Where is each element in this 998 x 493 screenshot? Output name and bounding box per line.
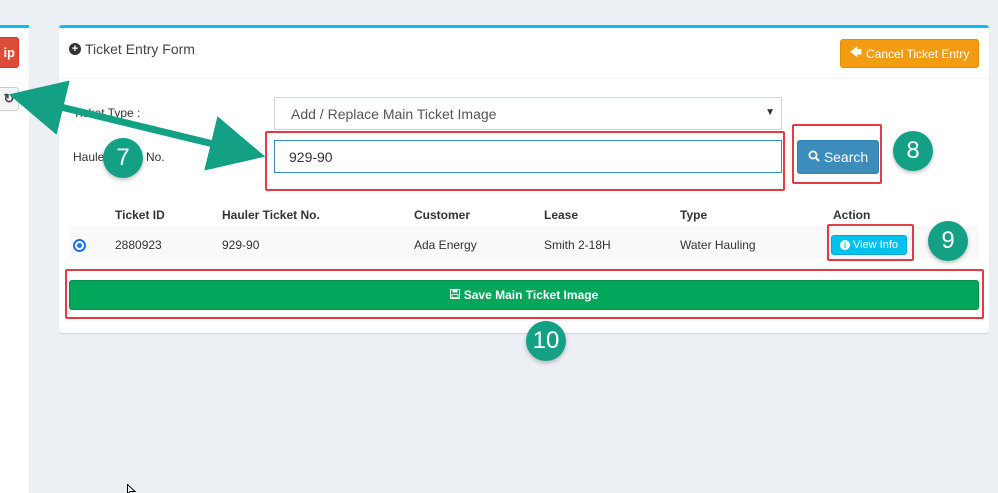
annotation-badge-9: 9 — [928, 221, 968, 261]
annotation-badge-10: 10 — [526, 321, 566, 361]
mouse-cursor-icon — [127, 482, 137, 493]
annotation-arrow — [8, 80, 266, 171]
annotation-badge-7: 7 — [103, 138, 143, 178]
annotation-badge-8: 8 — [893, 131, 933, 171]
